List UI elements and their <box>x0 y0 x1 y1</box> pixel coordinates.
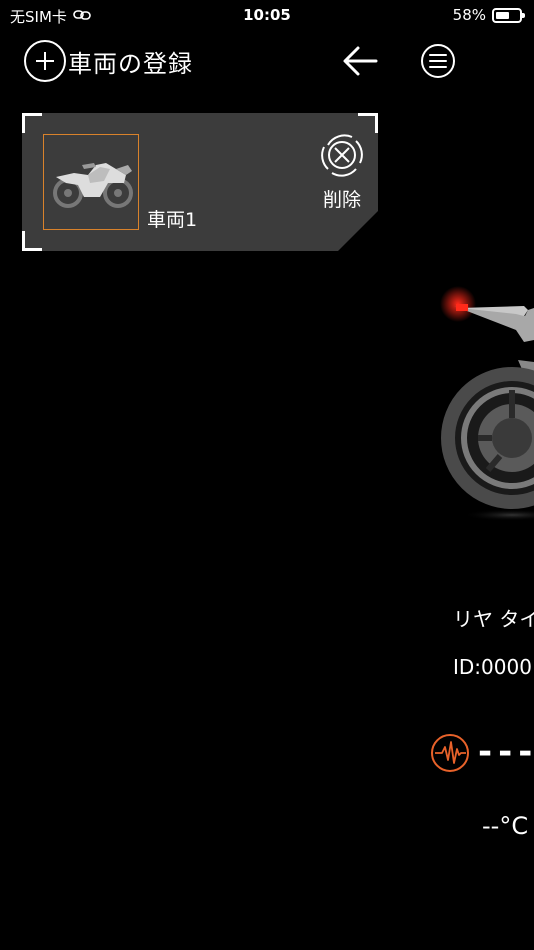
plus-circle-icon <box>24 40 66 82</box>
arrow-left-icon <box>343 46 378 76</box>
corner-bracket <box>22 113 42 133</box>
vehicle-card[interactable]: 車両1 削除 <box>22 113 378 251</box>
battery-info: 58% <box>452 6 525 24</box>
header: 車両の登録 <box>0 34 534 88</box>
motorcycle-rear-image <box>440 286 534 521</box>
motorcycle-icon <box>53 163 133 208</box>
corner-bracket <box>22 231 42 251</box>
temperature-value: --°C <box>482 812 529 840</box>
vehicle-thumbnail <box>43 134 139 230</box>
tire-position-label: リヤ タイ <box>453 607 534 631</box>
vehicle-name: 車両1 <box>147 209 198 231</box>
battery-fill <box>496 11 509 19</box>
delete-x-icon <box>321 134 363 177</box>
battery-cap <box>522 12 525 18</box>
sensor-id: ID:0000 <box>453 655 532 679</box>
register-vehicle-button[interactable]: 車両の登録 <box>24 40 193 82</box>
register-vehicle-label: 車両の登録 <box>68 49 193 78</box>
status-bar: 无SIM卡 10:05 58% <box>0 0 534 30</box>
delete-button[interactable]: 削除 <box>316 133 368 212</box>
back-button[interactable] <box>340 42 380 80</box>
corner-bracket <box>358 113 378 133</box>
battery-percent: 58% <box>452 6 486 24</box>
menu-button[interactable] <box>418 42 458 80</box>
menu-icon <box>421 44 455 78</box>
rear-wheel-preview <box>420 270 534 530</box>
delete-label: 削除 <box>322 189 361 211</box>
pressure-value: --- <box>478 732 534 772</box>
battery-icon <box>492 7 525 23</box>
pulse-icon <box>430 733 470 777</box>
